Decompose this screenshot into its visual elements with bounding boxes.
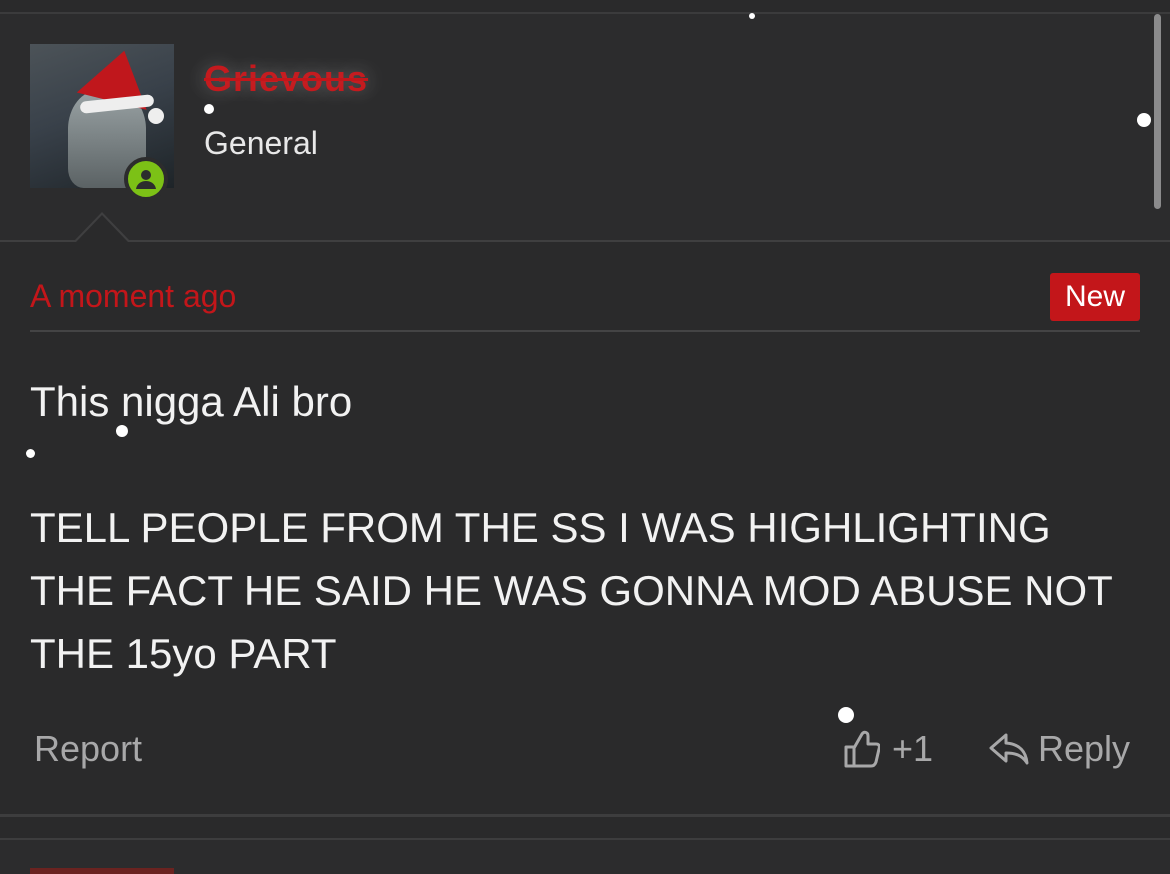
- snowflake: [1137, 113, 1151, 127]
- like-count: +1: [892, 728, 934, 769]
- next-avatar[interactable]: [30, 868, 174, 874]
- snowflake: [838, 707, 854, 723]
- next-post-header: [0, 840, 1170, 874]
- report-button[interactable]: Report: [34, 728, 142, 770]
- header-divider: [30, 330, 1140, 332]
- reply-button[interactable]: Reply: [988, 726, 1130, 772]
- post-bottom-divider: [0, 814, 1170, 817]
- like-button[interactable]: +1: [842, 726, 933, 772]
- snowflake: [116, 425, 128, 437]
- snowflake: [26, 449, 35, 458]
- user-icon: [136, 170, 156, 189]
- message-spacer: [30, 433, 1140, 496]
- message-line: TELL PEOPLE FROM THE SS I WAS HIGHLIGHTI…: [30, 504, 1113, 677]
- message-line: This nigga Ali bro: [30, 378, 353, 425]
- online-status-badge: [124, 157, 168, 201]
- user-info-panel: [0, 14, 1170, 241]
- new-badge: New: [1050, 273, 1140, 321]
- snowflake: [749, 13, 755, 19]
- scrollbar[interactable]: [1154, 14, 1161, 209]
- snowflake: [204, 104, 214, 114]
- reply-icon: [989, 733, 1029, 765]
- post-timestamp[interactable]: A moment ago: [30, 278, 236, 315]
- speech-pointer-fill: [76, 215, 128, 242]
- reply-label: Reply: [1038, 728, 1131, 769]
- section-divider: [0, 240, 1170, 242]
- post-message: This nigga Ali bro TELL PEOPLE FROM THE …: [30, 370, 1140, 685]
- user-title: General: [204, 125, 318, 161]
- santa-hat-pom: [148, 108, 164, 124]
- username-link[interactable]: Grievous: [204, 58, 368, 100]
- thumbs-up-icon: [844, 730, 880, 768]
